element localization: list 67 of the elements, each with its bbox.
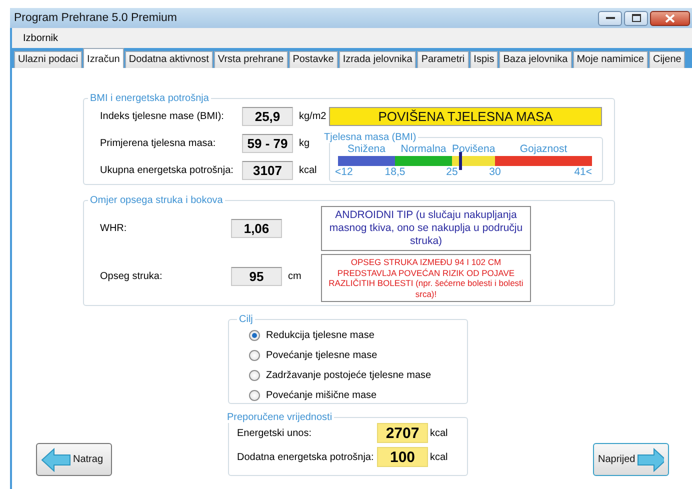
scale-label: Gojaznost <box>518 143 568 156</box>
tab[interactable]: Cijene <box>648 51 686 68</box>
tab[interactable]: Vrsta prehrane <box>214 51 288 68</box>
maximize-button[interactable] <box>624 10 648 26</box>
warning-message: OPSEG STRUKA IZMEĐU 94 I 102 CM PREDSTAVLJA POVEĆAN RIZIK OD POJAVE RAZLIČITIH BOLESTI (npr. šećerne bolesti i bolesti srca)! <box>321 254 531 302</box>
tick-label: 18,5 <box>384 166 406 178</box>
value-field: 95 <box>231 267 282 286</box>
next-button[interactable]: Naprijed <box>593 443 669 476</box>
status-banner: POVIŠENA TJELESNA MASA <box>329 106 602 126</box>
body-type-note: ANDROIDNI TIP (u slučaju nakupljanja masnog tkiva, ono se nakuplja u području struka) <box>321 206 531 251</box>
minimize-icon <box>606 16 614 20</box>
tab[interactable]: Postavke <box>288 51 338 68</box>
group-title: Cilj <box>238 314 254 325</box>
field-label: Dodatna energetska potrošnja: <box>237 452 375 462</box>
group-title: Omjer opsega struka i bokova <box>89 195 224 206</box>
option-label[interactable]: Zadržavanje postojeće tjelesne mase <box>266 370 432 380</box>
option-label[interactable]: Redukcija tjelesne mase <box>266 330 374 340</box>
tick-label: 25 <box>446 166 458 178</box>
unit-label: kg/m2 <box>298 110 328 122</box>
tab[interactable]: Dodatna aktivnost <box>124 51 213 68</box>
maximize-icon <box>632 14 640 22</box>
back-button[interactable]: Natrag <box>36 443 112 476</box>
tab[interactable]: Baza jelovnika <box>499 51 572 68</box>
tick-label: 41< <box>574 166 592 178</box>
menu-item[interactable]: Izbornik <box>20 30 62 46</box>
group-title: Preporučene vrijednosti <box>226 412 334 423</box>
tab[interactable]: Parametri <box>417 51 469 68</box>
tab[interactable]: Ispis <box>470 51 498 68</box>
tab[interactable]: Izračun <box>83 48 124 68</box>
unit-label: kcal <box>298 164 318 176</box>
field-label: Opseg struka: <box>100 271 164 282</box>
field-label: Ukupna energetska potrošnja: <box>100 164 234 176</box>
unit-label: cm <box>287 271 302 282</box>
group-title: Tjelesna masa (BMI) <box>323 132 418 143</box>
scale-label: Normalna <box>400 143 448 156</box>
scale-label: Snižena <box>346 143 386 156</box>
value-field: 59 - 79 <box>242 134 293 152</box>
right-arrow-icon <box>637 448 664 472</box>
option-label[interactable]: Povećanje tjelesne mase <box>266 350 378 360</box>
tick-label: 30 <box>489 166 501 178</box>
radio-button[interactable] <box>249 370 260 380</box>
group-title: BMI i energetska potrošnja <box>89 93 210 104</box>
radio-button[interactable] <box>249 390 260 400</box>
value-field: 3107 <box>242 160 293 180</box>
tab[interactable]: Ulazni podaci <box>14 51 82 68</box>
value-field: 1,06 <box>231 219 282 238</box>
unit-label: kcal <box>429 428 449 438</box>
field-label: Energetski unos: <box>237 428 312 438</box>
field-label: WHR: <box>100 223 128 234</box>
scale-label: Povišena <box>452 143 495 156</box>
value-field: 25,9 <box>242 106 293 126</box>
minimize-button[interactable] <box>598 10 622 26</box>
tab[interactable]: Izrada jelovnika <box>338 51 416 68</box>
radio-button[interactable] <box>249 350 260 360</box>
close-icon <box>665 14 675 22</box>
radio-button[interactable] <box>249 330 260 340</box>
value-field: 2707 <box>377 423 428 443</box>
window-title: Program Prehrane 5.0 Premium <box>14 12 178 24</box>
value-field: 100 <box>377 447 428 467</box>
field-label: Primjerena tjelesna masa: <box>100 138 217 148</box>
unit-label: kcal <box>429 452 449 462</box>
left-arrow-icon <box>41 448 71 472</box>
field-label: Indeks tjelesne mase (BMI): <box>100 110 225 122</box>
option-label[interactable]: Povećanje mišične mase <box>266 390 377 400</box>
tick-label: <12 <box>335 166 353 178</box>
close-button[interactable] <box>650 10 690 26</box>
tab[interactable]: Moje namimice <box>572 51 648 68</box>
